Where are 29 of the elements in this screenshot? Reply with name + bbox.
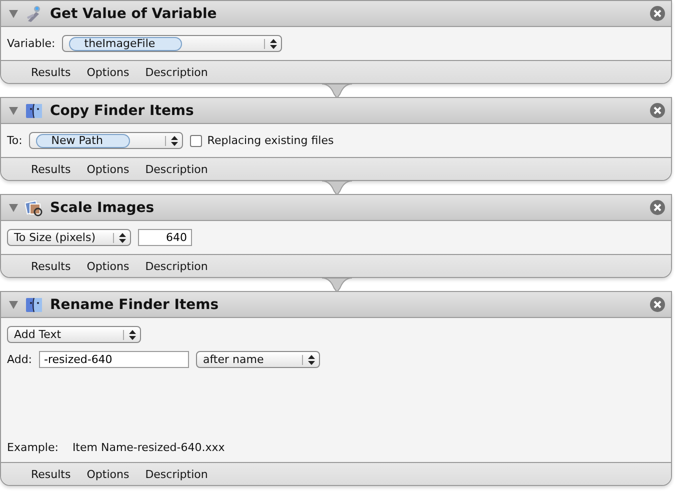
footer-tab[interactable]: Options <box>86 66 130 78</box>
popup-menu[interactable]: after name <box>196 351 320 368</box>
footer-tab[interactable]: Description <box>145 162 208 176</box>
popup-menu[interactable]: theImageFile <box>62 35 282 52</box>
field-label: Add: <box>7 353 32 366</box>
footer-tab[interactable]: Results <box>31 162 71 176</box>
popup-menu[interactable]: To Size (pixels) <box>7 229 131 246</box>
action-title: Rename Finder Items <box>50 296 220 312</box>
footer-tab[interactable]: Description <box>145 260 208 272</box>
footer-tab[interactable]: Results <box>31 260 71 272</box>
action-title: Get Value of Variable <box>50 6 218 22</box>
footer-tab[interactable]: Options <box>86 468 130 480</box>
action-title: Copy Finder Items <box>50 102 195 118</box>
field-label: Variable: <box>7 37 56 50</box>
popup-menu[interactable]: New Path <box>29 132 184 149</box>
field-label: To: <box>7 134 22 147</box>
footer-tab[interactable]: Description <box>145 66 208 78</box>
footer-tab[interactable]: Description <box>145 468 208 480</box>
action-title: Scale Images <box>50 200 156 216</box>
footer-tab[interactable]: Options <box>86 162 130 176</box>
example-label: Example: <box>7 441 58 454</box>
footer-tab[interactable]: Options <box>86 260 130 272</box>
text-field[interactable]: 640 <box>138 229 192 246</box>
checkbox-label: Replacing existing files <box>207 134 334 147</box>
footer-tab[interactable]: Results <box>31 468 71 480</box>
popup-menu[interactable]: Add Text <box>7 326 141 343</box>
example-value: Item Name-resized-640.xxx <box>72 441 225 454</box>
text-field[interactable]: -resized-640 <box>39 351 190 368</box>
footer-tab[interactable]: Results <box>31 66 71 78</box>
